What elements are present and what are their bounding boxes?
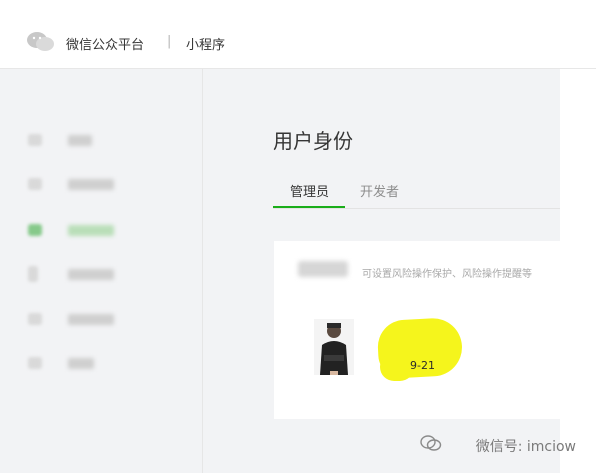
tab-developer[interactable]: 开发者 xyxy=(360,181,399,200)
sidebar-item-4[interactable] xyxy=(0,259,200,289)
blurred-nav-label xyxy=(68,225,114,236)
admin-avatar xyxy=(314,319,354,375)
sidebar-item-1[interactable] xyxy=(0,125,200,155)
header-separator: | xyxy=(167,34,172,49)
right-margin xyxy=(560,69,596,473)
product-name: 小程序 xyxy=(186,38,226,53)
blurred-nav-icon xyxy=(28,266,38,282)
sidebar xyxy=(0,69,203,473)
blurred-nav-label xyxy=(68,314,114,325)
wechat-logo-icon[interactable] xyxy=(26,30,56,54)
blurred-card-heading xyxy=(298,261,348,277)
blurred-nav-label xyxy=(68,135,92,146)
blurred-nav-icon xyxy=(28,313,42,325)
blurred-nav-icon xyxy=(28,357,42,369)
watermark-text: 微信号: imciow xyxy=(475,439,576,455)
sidebar-item-5[interactable] xyxy=(0,304,200,334)
wechat-watermark-icon xyxy=(420,435,442,451)
sidebar-item-6[interactable] xyxy=(0,348,200,378)
page-title: 用户身份 xyxy=(273,129,353,153)
blurred-nav-label xyxy=(68,358,94,369)
yellow-redaction-highlight xyxy=(380,353,414,381)
platform-name[interactable]: 微信公众平台 xyxy=(66,34,144,53)
admin-card: 可设置风险操作保护、风险操作提醒等 9-21 xyxy=(274,241,560,419)
tab-divider xyxy=(273,208,560,209)
blurred-nav-icon xyxy=(28,178,42,190)
tab-admin[interactable]: 管理员 xyxy=(290,181,329,200)
tab-active-indicator xyxy=(273,206,345,208)
admin-date-fragment: 9-21 xyxy=(410,359,435,372)
blurred-nav-label xyxy=(68,179,114,190)
sidebar-item-2[interactable] xyxy=(0,169,200,199)
blurred-nav-icon xyxy=(28,224,42,236)
protection-description: 可设置风险操作保护、风险操作提醒等 xyxy=(362,269,532,280)
sidebar-item-3-active[interactable] xyxy=(0,215,200,245)
top-bar: 微信公众平台 | 小程序 xyxy=(0,0,596,69)
main-content: 用户身份 管理员 开发者 可设置风险操作保护、风险操作提醒等 9-21 xyxy=(203,69,560,473)
blurred-nav-icon xyxy=(28,134,42,146)
blurred-nav-label xyxy=(68,269,114,280)
